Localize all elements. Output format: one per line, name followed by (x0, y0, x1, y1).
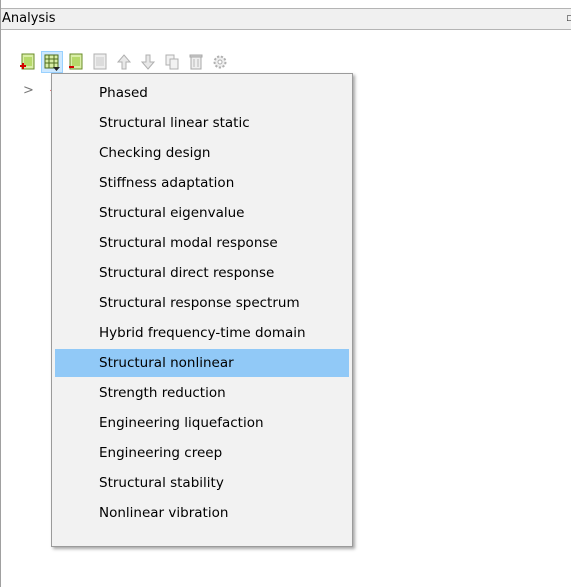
menu-item-structural-direct-response[interactable]: Structural direct response (55, 259, 349, 287)
delete-icon (189, 54, 203, 70)
menu-item-phased[interactable]: Phased (55, 79, 349, 107)
add-analysis-button[interactable] (17, 51, 39, 73)
tree-expander-icon[interactable]: > (23, 83, 34, 98)
menu-item-structural-stability[interactable]: Structural stability (55, 469, 349, 497)
menu-item-engineering-liquefaction[interactable]: Engineering liquefaction (55, 409, 349, 437)
analysis-panel: Analysis ▫ > Phased Structural linear st… (0, 0, 571, 587)
menu-item-structural-modal-response[interactable]: Structural modal response (55, 229, 349, 257)
duplicate-icon (165, 54, 179, 70)
menu-item-checking-design[interactable]: Checking design (55, 139, 349, 167)
duplicate-button[interactable] (161, 51, 183, 73)
menu-item-structural-eigenvalue[interactable]: Structural eigenvalue (55, 199, 349, 227)
settings-button[interactable] (209, 51, 231, 73)
copy-analysis-icon (93, 53, 107, 70)
move-down-icon (140, 54, 156, 70)
settings-icon (213, 55, 227, 69)
add-analysis-icon (20, 53, 35, 70)
menu-item-nonlinear-vibration[interactable]: Nonlinear vibration (55, 499, 349, 527)
panel-titlebar: Analysis ▫ (1, 8, 571, 30)
analysis-tree: >- (23, 83, 55, 98)
add-analysis-dropdown-button[interactable] (41, 51, 63, 73)
add-analysis-dropdown-icon (44, 54, 60, 71)
copy-analysis-button[interactable] (89, 51, 111, 73)
panel-title: Analysis (2, 11, 56, 26)
move-down-button[interactable] (137, 51, 159, 73)
add-command-icon (69, 53, 83, 70)
menu-item-structural-nonlinear[interactable]: Structural nonlinear (55, 349, 349, 377)
add-command-button[interactable] (65, 51, 87, 73)
menu-item-structural-response-spectrum[interactable]: Structural response spectrum (55, 289, 349, 317)
delete-button[interactable] (185, 51, 207, 73)
move-up-button[interactable] (113, 51, 135, 73)
analysis-toolbar (1, 31, 571, 73)
menu-item-structural-linear-static[interactable]: Structural linear static (55, 109, 349, 137)
menu-item-hybrid-frequency-time-domain[interactable]: Hybrid frequency-time domain (55, 319, 349, 347)
menu-item-stiffness-adaptation[interactable]: Stiffness adaptation (55, 169, 349, 197)
move-up-icon (116, 54, 132, 70)
menu-item-engineering-creep[interactable]: Engineering creep (55, 439, 349, 467)
analysis-type-menu: Phased Structural linear static Checking d… (51, 73, 353, 547)
menu-item-strength-reduction[interactable]: Strength reduction (55, 379, 349, 407)
float-icon[interactable]: ▫ (566, 12, 571, 24)
